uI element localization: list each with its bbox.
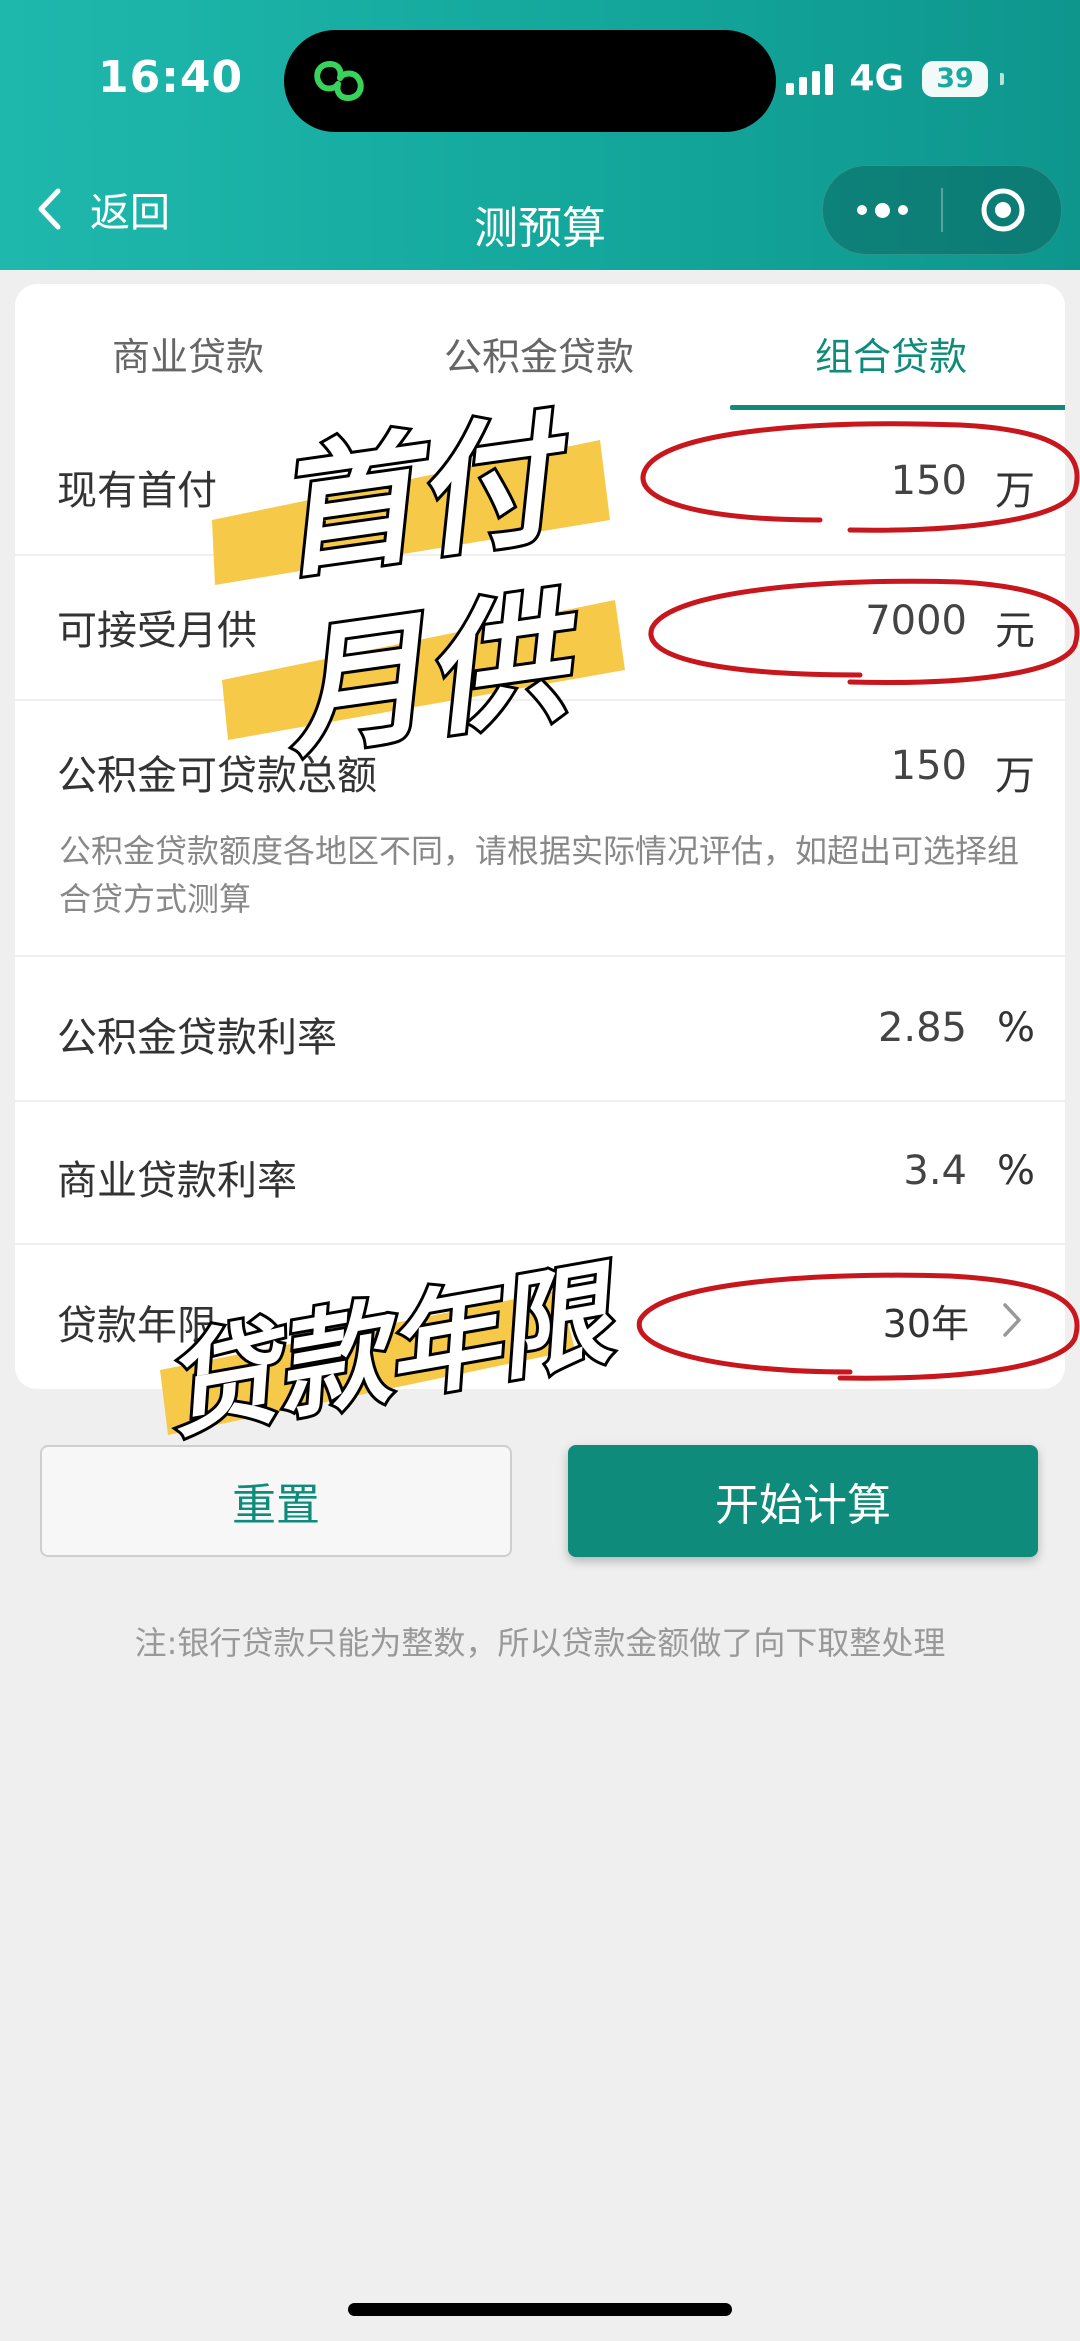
header-bar: 16:40 4G 39 返回 测预算 [0,0,1080,270]
fund-total-note: 公积金贷款额度各地区不同，请根据实际情况评估，如超出可选择组合贷方式测算 [59,832,1020,918]
row-fund-total[interactable]: 公积金可贷款总额 150 万 公积金贷款额度各地区不同，请根据实际情况评估，如超… [15,699,1065,957]
miniprogram-capsule [822,165,1062,255]
signal-icon [786,63,834,95]
battery-tip [1000,72,1004,85]
status-time: 16:40 [98,52,244,103]
dynamic-island [284,30,776,132]
fund-total-unit: 万 [995,753,1035,799]
row-down-payment[interactable]: 现有首付 150 万 [15,414,1065,554]
capsule-divider [941,188,943,232]
calculator-card: 商业贷款 公积金贷款 组合贷款 现有首付 150 万 可接受月供 7000 元 … [15,284,1065,1389]
battery-icon: 39 [922,60,988,97]
down-payment-label: 现有首付 [57,468,217,514]
monthly-payment-value[interactable]: 7000 [865,598,967,644]
fund-rate-label: 公积金贷款利率 [57,1015,337,1061]
calculate-button[interactable]: 开始计算 [568,1445,1038,1557]
fund-total-label: 公积金可贷款总额 [57,753,377,799]
monthly-payment-label: 可接受月供 [57,608,257,654]
network-type: 4G [849,58,904,99]
row-commercial-rate[interactable]: 商业贷款利率 3.4 % [15,1100,1065,1245]
chevron-right-icon [1003,1303,1021,1337]
row-monthly-payment[interactable]: 可接受月供 7000 元 [15,554,1065,701]
home-indicator [348,2303,732,2316]
down-payment-unit: 万 [995,468,1035,514]
loan-type-tabs: 商业贷款 公积金贷款 组合贷款 [15,284,1065,414]
target-icon[interactable] [979,186,1027,234]
status-icons: 4G 39 [786,58,1004,99]
tab-fund-loan[interactable]: 公积金贷款 [444,326,634,381]
tab-combined-loan[interactable]: 组合贷款 [815,326,967,381]
active-tab-indicator [730,405,1065,410]
fund-rate-value[interactable]: 2.85 [878,1005,967,1051]
more-dots-icon [856,205,867,215]
more-dot [897,205,908,215]
commercial-rate-value[interactable]: 3.4 [903,1148,967,1194]
row-loan-term[interactable]: 贷款年限 30年 [15,1243,1065,1389]
loan-term-label: 贷款年限 [57,1303,217,1349]
island-logo-icon [314,61,364,101]
tab-commercial-loan[interactable]: 商业贷款 [112,326,264,381]
reset-button[interactable]: 重置 [40,1445,512,1557]
more-button[interactable] [823,166,941,254]
commercial-rate-unit: % [996,1148,1035,1194]
row-fund-rate[interactable]: 公积金贷款利率 2.85 % [15,955,1065,1102]
battery-level: 39 [936,63,974,94]
down-payment-value[interactable]: 150 [891,458,967,504]
commercial-rate-label: 商业贷款利率 [57,1158,297,1204]
footnote: 注:银行贷款只能为整数，所以贷款金额做了向下取整处理 [134,1624,946,1662]
fund-total-value[interactable]: 150 [891,743,967,789]
fund-rate-unit: % [996,1005,1035,1051]
monthly-payment-unit: 元 [995,608,1035,654]
more-dot [874,202,890,218]
loan-term-value[interactable]: 30年 [883,1293,969,1348]
